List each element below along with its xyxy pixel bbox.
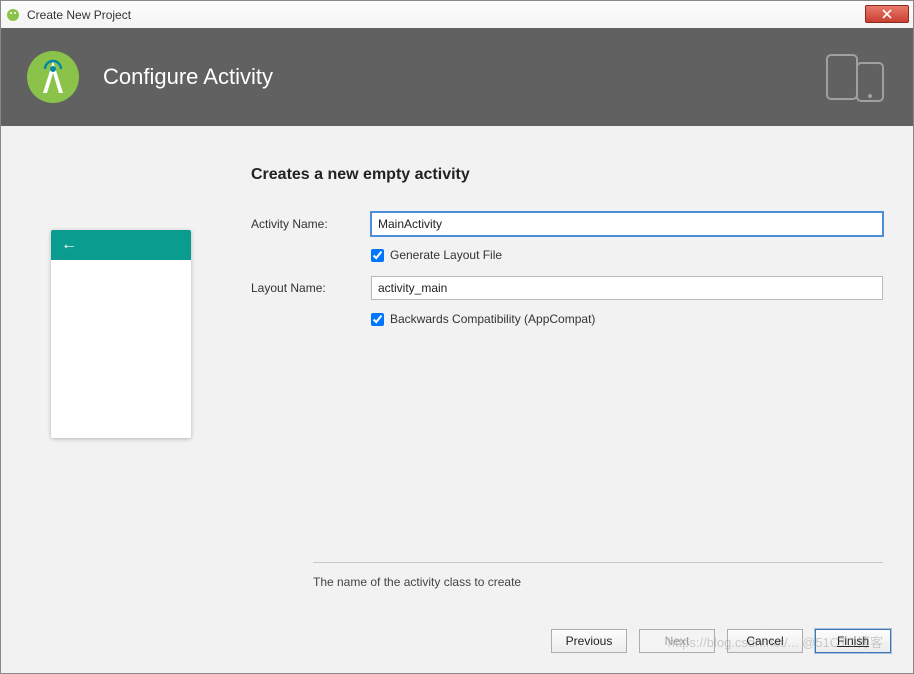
titlebar: Create New Project <box>1 1 913 29</box>
cancel-button[interactable]: Cancel <box>727 629 803 653</box>
layout-name-label: Layout Name: <box>251 281 371 295</box>
devices-icon <box>823 49 889 105</box>
preview-column: ← <box>31 152 211 552</box>
generate-layout-label: Generate Layout File <box>390 248 502 262</box>
android-studio-logo-icon <box>25 49 81 105</box>
dialog-body: Configure Activity ← Creates a new empty… <box>1 28 913 673</box>
finish-button[interactable]: Finish <box>815 629 891 653</box>
generate-layout-row: Generate Layout File <box>251 248 883 262</box>
form-column: Creates a new empty activity Activity Na… <box>251 152 883 552</box>
window-title: Create New Project <box>27 8 131 22</box>
close-button[interactable] <box>865 5 909 23</box>
phone-appbar: ← <box>51 230 191 260</box>
activity-name-label: Activity Name: <box>251 217 371 231</box>
back-arrow-icon: ← <box>61 236 77 254</box>
phone-preview: ← <box>51 230 191 438</box>
previous-button[interactable]: Previous <box>551 629 627 653</box>
android-studio-icon <box>5 7 21 23</box>
content-area: ← Creates a new empty activity Activity … <box>1 126 913 562</box>
button-row: Previous Next Cancel Finish <box>23 629 891 653</box>
backwards-compat-checkbox[interactable] <box>371 313 384 326</box>
dialog-header: Configure Activity <box>1 28 913 126</box>
footer: The name of the activity class to create… <box>1 562 913 673</box>
backwards-compat-label: Backwards Compatibility (AppCompat) <box>390 312 595 326</box>
header-title: Configure Activity <box>103 64 823 90</box>
layout-name-input[interactable] <box>371 276 883 300</box>
activity-name-row: Activity Name: <box>251 212 883 236</box>
form-heading: Creates a new empty activity <box>251 166 883 184</box>
generate-layout-checkbox[interactable] <box>371 249 384 262</box>
close-icon <box>882 9 892 19</box>
activity-name-input[interactable] <box>371 212 883 236</box>
help-text: The name of the activity class to create <box>313 562 883 589</box>
next-button: Next <box>639 629 715 653</box>
layout-name-row: Layout Name: <box>251 276 883 300</box>
backwards-compat-row: Backwards Compatibility (AppCompat) <box>251 312 883 326</box>
